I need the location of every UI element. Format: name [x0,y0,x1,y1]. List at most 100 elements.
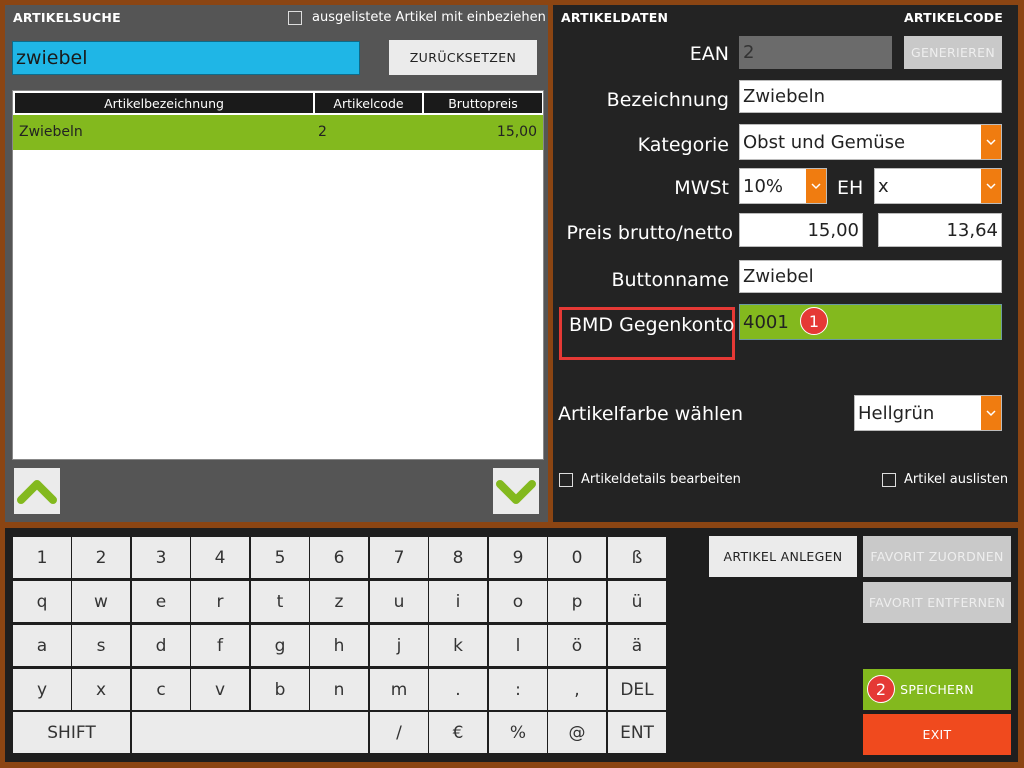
key[interactable]: 9 [489,537,547,578]
key[interactable]: z [310,581,368,622]
key[interactable]: / [370,712,428,753]
key[interactable]: ö [548,625,606,666]
chevron-down-icon[interactable] [981,169,1001,203]
key[interactable]: 4 [191,537,249,578]
color-value: Hellgrün [858,402,935,424]
key[interactable]: € [429,712,487,753]
include-delisted-label: ausgelistete Artikel mit einbeziehen [312,10,546,25]
button-name-field[interactable]: Zwiebel [739,260,1002,293]
generate-button[interactable]: GENERIEREN [904,36,1002,69]
data-panel-title: ARTIKELDATEN [561,10,669,25]
chevron-down-icon[interactable] [981,125,1001,159]
key[interactable]: c [132,669,190,710]
delist-checkbox[interactable] [882,472,896,487]
table-row[interactable]: Zwiebeln 2 15,00 [13,115,543,150]
key[interactable]: u [370,581,428,622]
key[interactable]: i [429,581,487,622]
key[interactable]: d [132,625,190,666]
key[interactable]: ä [608,625,666,666]
assign-favorite-button[interactable]: FAVORIT ZUORDNEN [863,536,1011,577]
search-panel-title: ARTIKELSUCHE [13,10,121,25]
key[interactable]: o [489,581,547,622]
key[interactable]: 3 [132,537,190,578]
key[interactable]: . [429,669,487,710]
search-input[interactable]: zwiebel [12,41,360,75]
include-delisted-option[interactable]: ausgelistete Artikel mit einbeziehen [288,10,546,25]
exit-button[interactable]: EXIT [863,714,1011,755]
key[interactable]: 6 [310,537,368,578]
header-gross-price[interactable]: Bruttopreis [424,93,542,113]
key[interactable]: s [72,625,130,666]
unit-select[interactable]: x [874,168,1002,204]
key[interactable]: e [132,581,190,622]
edit-details-option[interactable]: Artikeldetails bearbeiten [559,472,741,487]
chevron-down-icon[interactable] [806,169,826,203]
space-key[interactable] [132,712,368,753]
color-select[interactable]: Hellgrün [854,395,1002,431]
key[interactable]: % [489,712,547,753]
button-name-label: Buttonname [611,269,729,291]
key[interactable]: , [548,669,606,710]
ean-label: EAN [689,43,729,65]
key[interactable]: v [191,669,249,710]
key[interactable]: r [191,581,249,622]
key[interactable]: y [13,669,71,710]
category-select[interactable]: Obst und Gemüse [739,124,1002,160]
vat-select[interactable]: 10% [739,168,827,204]
key[interactable]: a [13,625,71,666]
include-delisted-checkbox[interactable] [288,10,302,25]
key[interactable]: k [429,625,487,666]
key[interactable]: m [370,669,428,710]
delist-label: Artikel auslisten [904,472,1009,487]
shift-key[interactable]: SHIFT [13,712,130,753]
header-article-code[interactable]: Artikelcode [315,93,422,113]
key[interactable]: g [251,625,309,666]
header-article-name[interactable]: Artikelbezeichnung [15,93,313,113]
key[interactable]: l [489,625,547,666]
key[interactable]: 8 [429,537,487,578]
price-label: Preis brutto/netto [566,222,733,244]
edit-details-label: Artikeldetails bearbeiten [581,472,741,487]
key[interactable]: h [310,625,368,666]
key[interactable]: f [191,625,249,666]
name-field[interactable]: Zwiebeln [739,80,1002,113]
key[interactable]: 5 [251,537,309,578]
scroll-down-button[interactable] [493,468,539,514]
create-article-button[interactable]: ARTIKEL ANLEGEN [709,536,857,577]
key[interactable]: 0 [548,537,606,578]
category-label: Kategorie [637,134,729,156]
chevron-down-icon[interactable] [981,396,1001,430]
key[interactable]: : [489,669,547,710]
key[interactable]: b [251,669,309,710]
delete-key[interactable]: DEL [608,669,666,710]
enter-key[interactable]: ENT [608,712,666,753]
key[interactable]: ß [608,537,666,578]
key[interactable]: @ [548,712,606,753]
key[interactable]: x [72,669,130,710]
key[interactable]: j [370,625,428,666]
row-name: Zwiebeln [19,124,83,140]
price-gross-field[interactable]: 15,00 [739,213,863,247]
row-price: 15,00 [496,124,537,140]
edit-details-checkbox[interactable] [559,472,573,487]
key[interactable]: ü [608,581,666,622]
reset-button[interactable]: ZURÜCKSETZEN [389,40,537,75]
key[interactable]: 7 [370,537,428,578]
key[interactable]: 2 [72,537,130,578]
key[interactable]: 1 [13,537,71,578]
unit-value: x [878,175,889,197]
price-net-field[interactable]: 13,64 [878,213,1002,247]
article-data-panel: ARTIKELDATEN ARTIKELCODE EAN 2 GENERIERE… [553,5,1018,522]
scroll-up-button[interactable] [14,468,60,514]
delist-option[interactable]: Artikel auslisten [882,472,1008,487]
key[interactable]: p [548,581,606,622]
annotation-badge-1: 1 [800,307,828,335]
remove-favorite-button[interactable]: FAVORIT ENTFERNEN [863,582,1011,623]
row-code: 2 [318,124,327,140]
bmd-account-field[interactable]: 4001 [739,304,1002,340]
key[interactable]: w [72,581,130,622]
key[interactable]: t [251,581,309,622]
key[interactable]: n [310,669,368,710]
ean-field[interactable]: 2 [739,36,892,69]
key[interactable]: q [13,581,71,622]
